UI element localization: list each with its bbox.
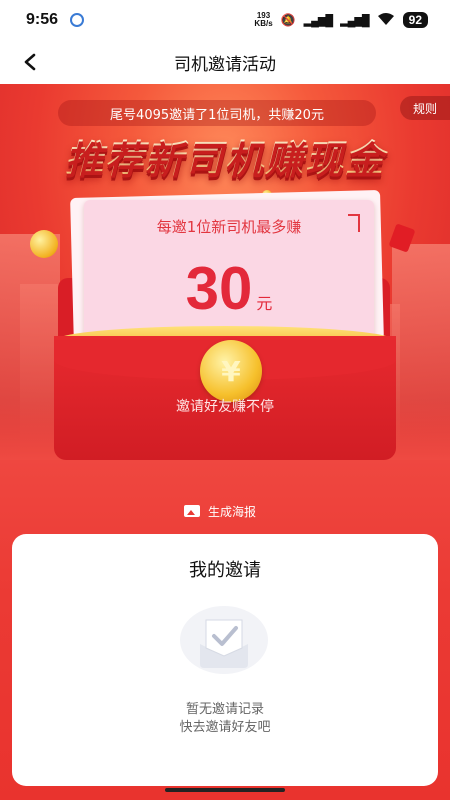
battery-indicator: 92 (402, 12, 428, 28)
hero-headline: 推荐新司机赚现金 (0, 128, 450, 183)
my-invitations-title: 我的邀请 (189, 560, 261, 581)
reward-amount: 30 元 (84, 254, 374, 323)
rules-button[interactable]: 规则 (400, 96, 450, 120)
reward-amount-unit: 元 (256, 294, 273, 313)
mute-icon: 🔕 (280, 13, 296, 27)
home-indicator[interactable] (165, 788, 285, 792)
wifi-icon (377, 12, 395, 29)
card-corner-mark (348, 214, 360, 232)
image-icon (184, 505, 200, 517)
signal-icon: ▂▄▆█ (340, 14, 369, 27)
empty-state-title: 暂无邀请记录 (185, 702, 264, 717)
generate-poster-button[interactable]: 生成海报 (184, 500, 256, 522)
back-arrow-icon (24, 53, 36, 71)
generate-poster-label: 生成海报 (208, 504, 257, 519)
status-time: 9:56 (26, 11, 59, 28)
app-notification-icon (70, 13, 85, 27)
status-bar: 9:56 193 KB/s 🔕 ▂▄▆█ ▂▄▆█ 92 (0, 0, 450, 40)
empty-inbox-icon (180, 606, 268, 674)
reward-subtitle: 每邀1位新司机最多赚 (156, 218, 302, 236)
reward-amount-value: 30 (185, 255, 253, 322)
invite-notice-banner: 尾号4095邀请了1位司机，共赚20元 (58, 100, 376, 126)
gold-coin-decoration (30, 230, 58, 258)
network-speed: 193 KB/s (254, 11, 273, 28)
nav-bar: 司机邀请活动 (0, 40, 450, 84)
yuan-coin-icon: ¥ (200, 340, 262, 402)
page-title: 司机邀请活动 (174, 54, 276, 75)
back-button[interactable] (14, 46, 46, 78)
envelope-slogan: 邀请好友赚不停 (176, 399, 274, 415)
signal-icon: ▂▄▆█ (303, 14, 333, 27)
empty-state-hint: 快去邀请好友吧 (179, 720, 271, 735)
